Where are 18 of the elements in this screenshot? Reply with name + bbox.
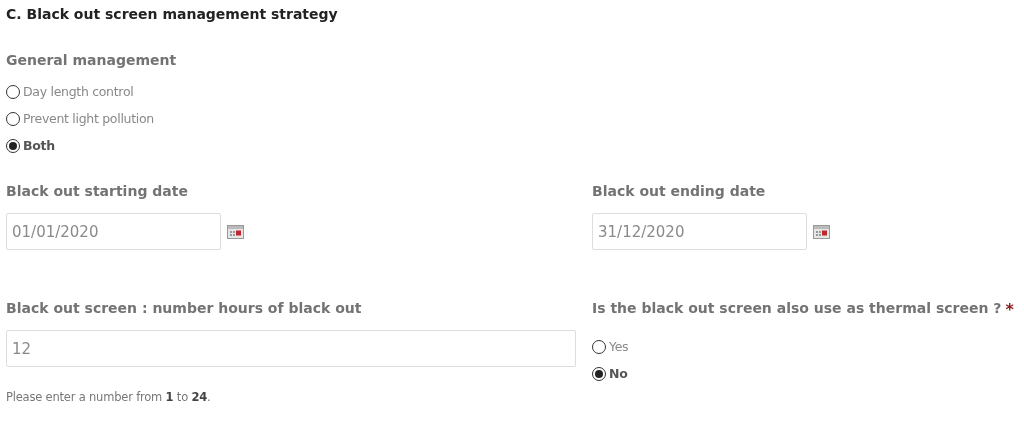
calendar-icon[interactable] (813, 224, 830, 239)
section-title: C. Black out screen management strategy (6, 6, 339, 24)
date-field[interactable]: 31/12/2020 (592, 213, 807, 250)
group-label: General management (6, 52, 178, 68)
radio-option[interactable]: Prevent light pollution (6, 111, 154, 126)
required-mark: * (1005, 300, 1014, 319)
radio-option[interactable]: Yes (592, 339, 629, 354)
radio-option[interactable]: Day length control (6, 84, 134, 99)
field-label: Black out screen : number hours of black out (6, 300, 363, 316)
radio-option[interactable]: Both (6, 138, 55, 153)
field-label: Black out starting date (6, 183, 189, 199)
help-text: Please enter a number from 1 to 24. (6, 390, 212, 404)
field-label: Black out ending date (592, 183, 767, 199)
date-field[interactable]: 01/01/2020 (6, 213, 221, 250)
hours-field[interactable]: 12 (6, 330, 576, 367)
calendar-icon[interactable] (227, 224, 244, 239)
question-label: Is the black out screen also use as thermal screen ? (592, 300, 1002, 318)
radio-option[interactable]: No (592, 366, 628, 381)
